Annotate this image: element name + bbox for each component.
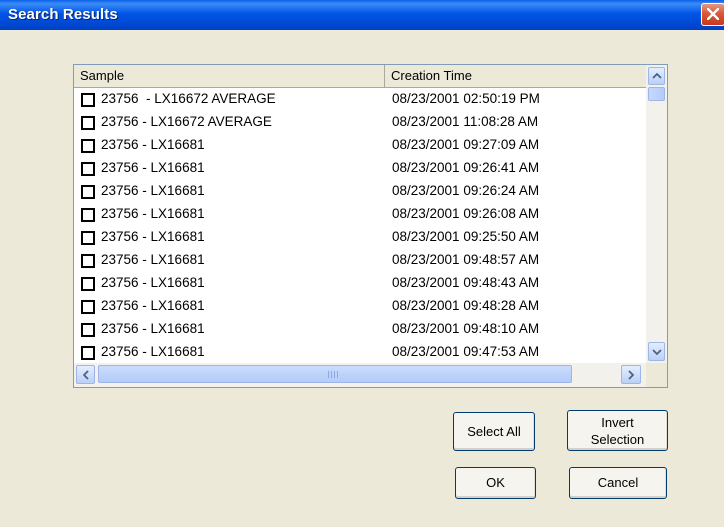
row-checkbox[interactable]: [81, 162, 95, 176]
sample-cell: 23756 - LX16681: [101, 275, 205, 290]
list-item[interactable]: 23756 - LX16681 08/23/2001 09:48:43 AM: [74, 272, 646, 295]
scroll-up-button[interactable]: [648, 67, 665, 85]
sample-cell: 23756 - LX16681: [101, 160, 205, 175]
row-checkbox[interactable]: [81, 323, 95, 337]
horizontal-scroll-thumb[interactable]: [98, 365, 572, 383]
invert-selection-label-line1: Invert: [601, 415, 634, 430]
row-checkbox[interactable]: [81, 185, 95, 199]
creation-time-cell: 08/23/2001 02:50:19 PM: [392, 91, 540, 106]
window-title: Search Results: [8, 6, 118, 23]
list-item[interactable]: 23756 - LX16672 AVERAGE 08/23/2001 11:08…: [74, 111, 646, 134]
row-checkbox[interactable]: [81, 208, 95, 222]
title-bar[interactable]: Search Results: [0, 0, 724, 30]
sample-cell: 23756 - LX16681: [101, 137, 205, 152]
list-item[interactable]: 23756 - LX16681 08/23/2001 09:47:53 AM: [74, 341, 646, 362]
row-checkbox[interactable]: [81, 300, 95, 314]
down-arrow-icon: [652, 348, 661, 355]
left-arrow-icon: [82, 370, 89, 379]
vertical-scrollbar[interactable]: [646, 65, 667, 363]
vertical-scroll-thumb[interactable]: [648, 87, 665, 101]
sample-cell: 23756 - LX16681: [101, 229, 205, 244]
sample-cell: 23756 - LX16681: [101, 321, 205, 336]
creation-time-cell: 08/23/2001 09:27:09 AM: [392, 137, 540, 152]
list-item[interactable]: 23756 - LX16672 AVERAGE 08/23/2001 02:50…: [74, 88, 646, 111]
list-item[interactable]: 23756 - LX16681 08/23/2001 09:27:09 AM: [74, 134, 646, 157]
results-list[interactable]: Sample Creation Time 23756 - LX16672 AVE…: [73, 64, 668, 388]
list-item[interactable]: 23756 - LX16681 08/23/2001 09:26:24 AM: [74, 180, 646, 203]
scroll-left-button[interactable]: [76, 365, 95, 384]
select-all-label: Select All: [467, 424, 521, 439]
list-item[interactable]: 23756 - LX16681 08/23/2001 09:48:28 AM: [74, 295, 646, 318]
row-checkbox[interactable]: [81, 116, 95, 130]
thumb-grip-icon: [328, 371, 340, 378]
list-item[interactable]: 23756 - LX16681 08/23/2001 09:25:50 AM: [74, 226, 646, 249]
creation-time-cell: 08/23/2001 09:48:43 AM: [392, 275, 540, 290]
search-results-dialog: Search Results Sample Creation Time 2375…: [0, 0, 724, 527]
row-checkbox[interactable]: [81, 93, 95, 107]
list-item[interactable]: 23756 - LX16681 08/23/2001 09:26:08 AM: [74, 203, 646, 226]
right-arrow-icon: [628, 370, 634, 379]
scroll-down-button[interactable]: [648, 342, 665, 361]
list-item[interactable]: 23756 - LX16681 08/23/2001 09:48:10 AM: [74, 318, 646, 341]
scroll-right-button[interactable]: [621, 365, 641, 384]
select-all-button[interactable]: Select All: [453, 412, 535, 451]
creation-time-cell: 08/23/2001 09:47:53 AM: [392, 344, 540, 359]
row-checkbox[interactable]: [81, 346, 95, 360]
sample-cell: 23756 - LX16681: [101, 252, 205, 267]
ok-label: OK: [486, 475, 505, 490]
row-checkbox[interactable]: [81, 231, 95, 245]
creation-time-cell: 08/23/2001 09:25:50 AM: [392, 229, 540, 244]
creation-time-cell: 08/23/2001 09:48:10 AM: [392, 321, 540, 336]
sample-cell: 23756 - LX16681: [101, 206, 205, 221]
ok-button[interactable]: OK: [455, 467, 536, 499]
list-header: Sample Creation Time: [74, 65, 646, 88]
sample-cell: 23756 - LX16672 AVERAGE: [101, 91, 276, 106]
list-item[interactable]: 23756 - LX16681 08/23/2001 09:26:41 AM: [74, 157, 646, 180]
close-button[interactable]: [701, 3, 724, 26]
invert-selection-button[interactable]: Invert Selection: [567, 410, 668, 451]
row-checkbox[interactable]: [81, 139, 95, 153]
close-icon: [707, 8, 719, 20]
creation-time-cell: 08/23/2001 09:26:41 AM: [392, 160, 540, 175]
creation-time-cell: 08/23/2001 09:26:08 AM: [392, 206, 540, 221]
creation-time-cell: 08/23/2001 09:48:28 AM: [392, 298, 540, 313]
row-checkbox[interactable]: [81, 277, 95, 291]
cancel-label: Cancel: [597, 475, 639, 490]
scrollbar-corner: [646, 363, 667, 387]
sample-cell: 23756 - LX16681: [101, 298, 205, 313]
invert-selection-label-line2: Selection: [590, 432, 645, 447]
list-rows: 23756 - LX16672 AVERAGE 08/23/2001 02:50…: [74, 88, 646, 362]
creation-time-cell: 08/23/2001 09:26:24 AM: [392, 183, 540, 198]
cancel-button[interactable]: Cancel: [569, 467, 667, 499]
up-arrow-icon: [652, 73, 661, 79]
sample-cell: 23756 - LX16672 AVERAGE: [101, 114, 272, 129]
column-header-sample[interactable]: Sample: [74, 65, 385, 87]
creation-time-cell: 08/23/2001 09:48:57 AM: [392, 252, 540, 267]
horizontal-scrollbar[interactable]: [74, 363, 646, 387]
sample-cell: 23756 - LX16681: [101, 183, 205, 198]
creation-time-cell: 08/23/2001 11:08:28 AM: [392, 114, 539, 129]
column-header-creation-time[interactable]: Creation Time: [385, 65, 647, 87]
sample-cell: 23756 - LX16681: [101, 344, 205, 359]
row-checkbox[interactable]: [81, 254, 95, 268]
list-item[interactable]: 23756 - LX16681 08/23/2001 09:48:57 AM: [74, 249, 646, 272]
